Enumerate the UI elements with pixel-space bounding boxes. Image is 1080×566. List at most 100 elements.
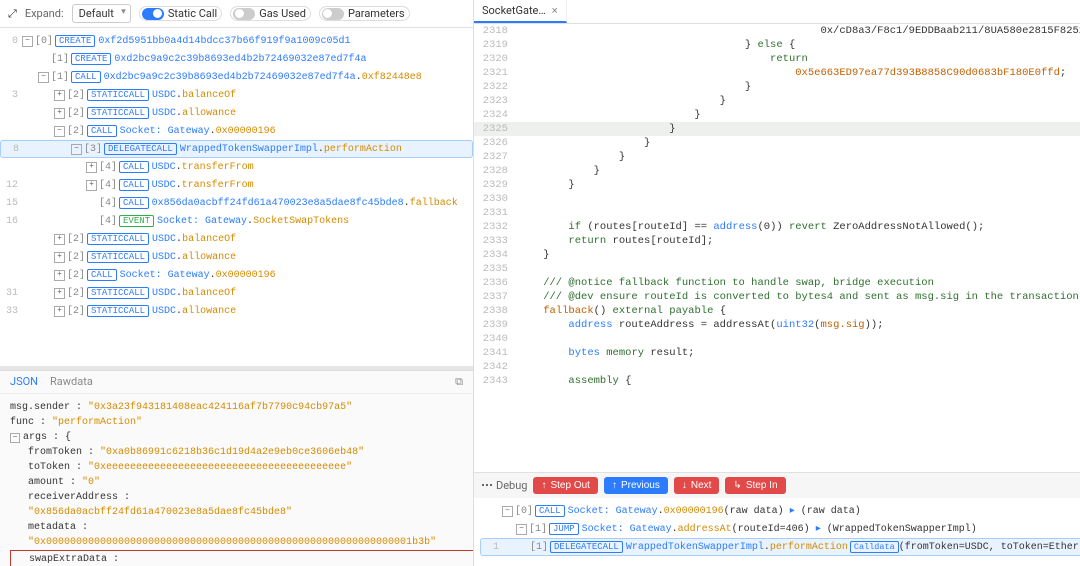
trace-row[interactable]: +[2]STATICCALLUSDC.allowance <box>0 104 473 122</box>
code-line[interactable]: 2335 <box>474 262 1080 276</box>
trace-row[interactable]: [1]CREATE0xd2bc9a9c2c39b8693ed4b2b724690… <box>0 50 473 68</box>
code-line[interactable]: 2324 } <box>474 108 1080 122</box>
seg-contract: USDC <box>152 288 176 299</box>
trace-row[interactable]: −[2]CALLSocket: Gateway.0x00000196 <box>0 122 473 140</box>
code-line[interactable]: 2332 if (routes[routeId] == address(0)) … <box>474 220 1080 234</box>
op-call: CALL <box>535 505 565 517</box>
code-line[interactable]: 2336 /// @notice fallback function to ha… <box>474 276 1080 290</box>
code-editor[interactable]: 2318 0x/cD8a3/F8c1/9EDDBaab211/8UA580e28… <box>474 24 1080 472</box>
op-staticcall: STATICCALL <box>87 89 149 101</box>
depth-tag: [1] <box>529 524 547 535</box>
code-line[interactable]: 2330 <box>474 192 1080 206</box>
trace-row[interactable]: 33+[2]STATICCALLUSDC.allowance <box>0 302 473 320</box>
tab-json[interactable]: JSON <box>10 375 38 389</box>
debug-text: Debug <box>496 479 527 492</box>
line-number: 2332 <box>474 220 516 234</box>
code-line[interactable]: 2340 <box>474 332 1080 346</box>
call-trace-tree[interactable]: 0−[0]CREATE0xf2d5951bb0a4d14bdcc37b66f91… <box>0 28 473 366</box>
metadata-key: metadata : <box>28 522 88 533</box>
call-stack[interactable]: −[0]CALLSocket: Gateway.0x00000196(raw d… <box>474 498 1080 566</box>
step-out-button[interactable]: ↑ Step Out <box>533 477 597 494</box>
trace-row[interactable]: 16[4]EVENTSocket: Gateway.SocketSwapToke… <box>0 212 473 230</box>
trace-row[interactable]: −[0]CALLSocket: Gateway.0x00000196(raw d… <box>480 502 1080 520</box>
code-line[interactable]: 2331 <box>474 206 1080 220</box>
trace-row[interactable]: +[4]CALLUSDC.transferFrom <box>0 158 473 176</box>
seg-hash: 0xf2d5951bb0a4d14bdcc37b66f919f9a1009c05… <box>98 36 350 47</box>
line-number: 2333 <box>474 234 516 248</box>
collapse-icon[interactable]: − <box>22 36 33 47</box>
tab-socketgate[interactable]: SocketGate… × <box>474 0 567 23</box>
code-line[interactable]: 2337 /// @dev ensure routeId is converte… <box>474 290 1080 304</box>
trace-row[interactable]: 31+[2]STATICCALLUSDC.balanceOf <box>0 284 473 302</box>
expand-icon[interactable]: + <box>86 162 97 173</box>
line-gutter: 31 <box>0 288 22 299</box>
code-line[interactable]: 2334 } <box>474 248 1080 262</box>
op-call: CALL <box>119 179 149 191</box>
code-line[interactable]: 2326 } <box>474 136 1080 150</box>
metadata-val: "0x0000000000000000000000000000000000000… <box>28 537 436 548</box>
gas-used-toggle[interactable]: Gas Used <box>230 6 311 21</box>
step-in-button[interactable]: ↳ Step In <box>725 477 785 494</box>
collapse-icon[interactable]: − <box>502 506 513 517</box>
code-line[interactable]: 2333 return routes[routeId]; <box>474 234 1080 248</box>
trace-row[interactable]: 15[4]CALL0x856da0acbff24fd61a470023e8a5d… <box>0 194 473 212</box>
line-gutter: 0 <box>0 36 22 47</box>
trace-row[interactable]: +[2]CALLSocket: Gateway.0x00000196 <box>0 266 473 284</box>
code-line[interactable]: 2339 address routeAddress = addressAt(ui… <box>474 318 1080 332</box>
expand-icon[interactable]: + <box>54 108 65 119</box>
code-line[interactable]: 2338 fallback() external payable { <box>474 304 1080 318</box>
trace-row[interactable]: 0−[0]CREATE0xf2d5951bb0a4d14bdcc37b66f91… <box>0 32 473 50</box>
code-line[interactable]: 2343 assembly { <box>474 374 1080 388</box>
op-call: CALL <box>71 71 101 83</box>
code-line[interactable]: 2327 } <box>474 150 1080 164</box>
trace-row[interactable]: −[1]JUMPSocket: Gateway.addressAt(routeI… <box>480 520 1080 538</box>
parameters-toggle[interactable]: Parameters <box>319 6 410 21</box>
op-call: CALL <box>87 125 117 137</box>
trace-row[interactable]: +[2]STATICCALLUSDC.balanceOf <box>0 230 473 248</box>
code-line[interactable]: 2321 0x5e663ED97ea77d393B8858C90d0683bF1… <box>474 66 1080 80</box>
code-line[interactable]: 2325 } <box>474 122 1080 136</box>
collapse-icon[interactable]: − <box>71 144 82 155</box>
seg-func: transferFrom <box>182 180 254 191</box>
code-line[interactable]: 2320 return <box>474 52 1080 66</box>
trace-row[interactable]: 8−[3]DELEGATECALLWrappedTokenSwapperImpl… <box>0 140 473 158</box>
trace-row[interactable]: −[1]CALL0xd2bc9a9c2c39b8693ed4b2b7246903… <box>0 68 473 86</box>
expand-dropdown[interactable]: Default <box>72 4 131 23</box>
code-line[interactable]: 2323 } <box>474 94 1080 108</box>
code-line[interactable]: 2318 0x/cD8a3/F8c1/9EDDBaab211/8UA580e28… <box>474 24 1080 38</box>
seg-hash: 0xd2bc9a9c2c39b8693ed4b2b72469032e87ed7f… <box>114 54 366 65</box>
previous-button[interactable]: ↑ Previous <box>604 477 668 494</box>
line-gutter: 15 <box>0 198 22 209</box>
trace-row[interactable]: 3+[2]STATICCALLUSDC.balanceOf <box>0 86 473 104</box>
expand-icon[interactable]: + <box>54 288 65 299</box>
expand-icon[interactable]: + <box>54 252 65 263</box>
trace-row[interactable]: 12+[4]CALLUSDC.transferFrom <box>0 176 473 194</box>
seg-contract: Socket: Gateway <box>568 506 658 517</box>
collapse-icon[interactable]: − <box>38 72 49 83</box>
code-line[interactable]: 2329 } <box>474 178 1080 192</box>
collapse-icon[interactable]: − <box>10 433 20 443</box>
tab-rawdata[interactable]: Rawdata <box>50 375 93 389</box>
collapse-icon[interactable]: − <box>54 126 65 137</box>
json-body[interactable]: msg.sender : "0x3a23f943181408eac424116a… <box>0 394 473 566</box>
expand-icon[interactable]: + <box>54 234 65 245</box>
expand-icon[interactable]: + <box>86 180 97 191</box>
copy-icon[interactable]: ⧉ <box>455 375 463 389</box>
close-icon[interactable]: × <box>552 4 558 17</box>
expand-icon[interactable]: + <box>54 270 65 281</box>
code-line[interactable]: 2328 } <box>474 164 1080 178</box>
code-line[interactable]: 2341 bytes memory result; <box>474 346 1080 360</box>
collapse-icon[interactable]: − <box>516 524 527 535</box>
expand-icon[interactable]: + <box>54 306 65 317</box>
calldata-badge[interactable]: Calldata <box>850 541 899 553</box>
static-call-toggle[interactable]: Static Call <box>139 6 222 21</box>
expand-icon[interactable]: + <box>54 90 65 101</box>
trace-row[interactable]: 1[1]DELEGATECALLWrappedTokenSwapperImpl.… <box>480 538 1080 556</box>
code-line[interactable]: 2322 } <box>474 80 1080 94</box>
code-line[interactable]: 2319 } else { <box>474 38 1080 52</box>
next-button[interactable]: ↓ Next <box>674 477 720 494</box>
code-text: } <box>516 80 751 94</box>
step-in-label: Step In <box>746 480 778 491</box>
trace-row[interactable]: +[2]STATICCALLUSDC.allowance <box>0 248 473 266</box>
code-line[interactable]: 2342 <box>474 360 1080 374</box>
